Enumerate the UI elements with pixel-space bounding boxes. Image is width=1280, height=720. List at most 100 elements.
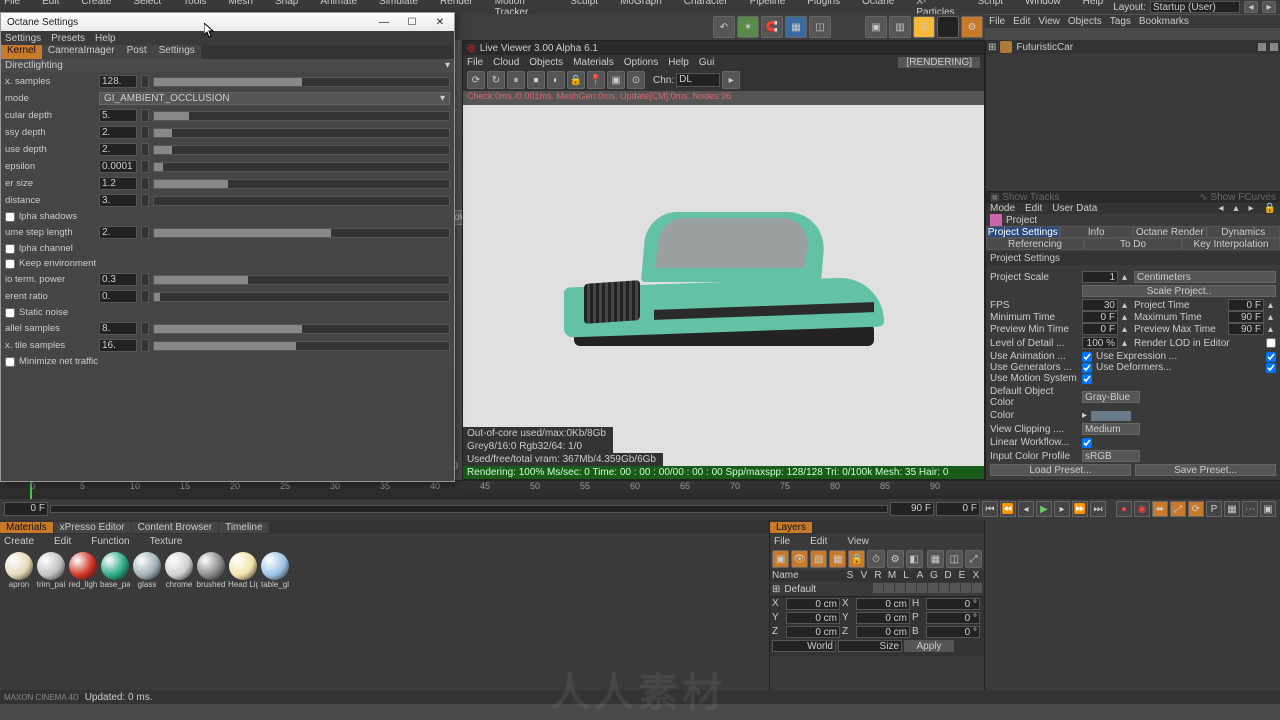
- close-icon[interactable]: ✕: [432, 17, 448, 28]
- material-item[interactable]: red_ligh: [68, 552, 98, 589]
- objmgr-menu-item[interactable]: View: [1038, 16, 1060, 27]
- attr-check[interactable]: [1266, 352, 1276, 362]
- alpha-channel-check[interactable]: lpha channel: [5, 242, 450, 255]
- attr-nav2-icon[interactable]: ▴: [1233, 203, 1238, 214]
- attr-field[interactable]: 0 F: [1082, 311, 1118, 323]
- attr-menu-item[interactable]: Mode: [990, 203, 1015, 214]
- object-manager[interactable]: ⊞ FuturisticCar: [986, 40, 1280, 192]
- timeline-end-field[interactable]: 90 F: [890, 502, 934, 516]
- coord-field[interactable]: 0 °: [926, 612, 980, 624]
- param-field[interactable]: 0.: [99, 290, 137, 303]
- octane-blank-icon[interactable]: [937, 16, 959, 38]
- key-pla-icon[interactable]: ▦: [1224, 501, 1240, 517]
- layer-flag-toggle[interactable]: [928, 583, 938, 593]
- expand-icon[interactable]: ⊞: [772, 584, 780, 595]
- materials-menu-item[interactable]: Texture: [150, 536, 183, 547]
- lv-menu-item[interactable]: Cloud: [493, 57, 519, 68]
- layer-flag-toggle[interactable]: [950, 583, 960, 593]
- attr-check[interactable]: [1082, 374, 1092, 384]
- param-slider[interactable]: [153, 292, 450, 302]
- project-scale-unit[interactable]: Centimeters: [1134, 271, 1276, 283]
- layer-gen-icon[interactable]: ⚙: [887, 550, 904, 568]
- spinner-icon[interactable]: [141, 194, 149, 207]
- param-field[interactable]: 1.2: [99, 177, 137, 190]
- coord-field[interactable]: 0 cm: [786, 626, 840, 638]
- coord-field[interactable]: 0 °: [926, 598, 980, 610]
- layout-prev-icon[interactable]: ◂: [1244, 1, 1258, 13]
- project-scale-field[interactable]: 1: [1082, 271, 1118, 283]
- next-frame-icon[interactable]: ▸: [1054, 501, 1070, 517]
- checkbox[interactable]: [5, 308, 15, 318]
- octane-s-icon[interactable]: S: [913, 16, 935, 38]
- lv-pause-icon[interactable]: ⏸: [507, 71, 525, 89]
- icp-dropdown[interactable]: sRGB: [1082, 450, 1140, 462]
- material-item[interactable]: glass: [132, 552, 162, 589]
- param-slider[interactable]: [153, 179, 450, 189]
- dock-tab[interactable]: Content Browser: [132, 522, 218, 533]
- param-field[interactable]: 8.: [99, 322, 137, 335]
- param-slider[interactable]: [153, 341, 450, 351]
- timeline-cur-field[interactable]: 0 F: [936, 502, 980, 516]
- attr-nav3-icon[interactable]: ▸: [1249, 203, 1254, 214]
- param-slider[interactable]: [153, 196, 450, 206]
- coord-field[interactable]: 0 cm: [786, 612, 840, 624]
- param-field[interactable]: 5.: [99, 109, 137, 122]
- objmgr-menu-item[interactable]: Objects: [1068, 16, 1102, 27]
- prev-key-icon[interactable]: ⏪: [1000, 501, 1016, 517]
- param-slider[interactable]: [153, 128, 450, 138]
- layer-flag-toggle[interactable]: [972, 583, 982, 593]
- dock-tab[interactable]: Materials: [0, 522, 53, 533]
- magnet-icon[interactable]: 🧲: [761, 16, 783, 38]
- linear-workflow-check[interactable]: [1082, 438, 1092, 448]
- scale-project-button[interactable]: Scale Project..: [1082, 285, 1276, 297]
- layers-menu-item[interactable]: File: [774, 536, 790, 547]
- param-slider[interactable]: [153, 228, 450, 238]
- param-field[interactable]: 3.: [99, 194, 137, 207]
- attr-tab[interactable]: Key Interpolation: [1182, 238, 1280, 250]
- attr-field[interactable]: 0 F: [1082, 323, 1118, 335]
- objmgr-menu-item[interactable]: Edit: [1013, 16, 1030, 27]
- octane-settings-window[interactable]: Octane Settings — ☐ ✕ SettingsPresetsHel…: [0, 12, 455, 482]
- visibility-editor-dot[interactable]: [1258, 43, 1266, 51]
- layer-flag-toggle[interactable]: [906, 583, 916, 593]
- checkbox[interactable]: [5, 244, 15, 254]
- maximize-icon[interactable]: ☐: [404, 17, 420, 28]
- grid-icon[interactable]: ▦: [785, 16, 807, 38]
- expand-icon[interactable]: ⊞: [988, 42, 996, 53]
- lv-menu-item[interactable]: Objects: [529, 57, 563, 68]
- attr-nav-icon[interactable]: ◂: [1218, 203, 1223, 214]
- attr-tab[interactable]: Dynamics: [1207, 226, 1280, 238]
- materials-menu-item[interactable]: Create: [4, 536, 34, 547]
- materials-menu-item[interactable]: Edit: [54, 536, 71, 547]
- save-preset-button[interactable]: Save Preset...: [1135, 464, 1276, 476]
- spinner-icon[interactable]: [141, 160, 149, 173]
- octane-menu-item[interactable]: Presets: [51, 33, 85, 44]
- attr-tab[interactable]: Project Settings: [986, 226, 1060, 238]
- param-field[interactable]: 2.: [99, 143, 137, 156]
- channel-dropdown[interactable]: DL: [676, 73, 720, 87]
- key-opt2-icon[interactable]: ▣: [1260, 501, 1276, 517]
- color-swatch[interactable]: [1091, 411, 1131, 421]
- checkbox[interactable]: [5, 212, 15, 222]
- gi-mode-dropdown[interactable]: GI_AMBIENT_OCCLUSION▾: [99, 92, 450, 105]
- dock-tab[interactable]: Timeline: [219, 522, 268, 533]
- param-slider[interactable]: [153, 162, 450, 172]
- layer-flag-toggle[interactable]: [917, 583, 927, 593]
- material-item[interactable]: base_pa: [100, 552, 130, 589]
- spinner-icon[interactable]: ▴: [1268, 324, 1276, 335]
- lv-lock-icon[interactable]: 🔒: [567, 71, 585, 89]
- spinner-icon[interactable]: ▴: [1122, 272, 1130, 283]
- param-slider[interactable]: [153, 77, 450, 87]
- object-tree-root[interactable]: ⊞ FuturisticCar: [986, 40, 1280, 54]
- lv-region-icon[interactable]: ▣: [607, 71, 625, 89]
- attr-menu-item[interactable]: User Data: [1052, 203, 1097, 214]
- lv-clay-icon[interactable]: ◐: [547, 71, 565, 89]
- kernel-tab[interactable]: Post: [121, 45, 153, 59]
- play-icon[interactable]: ▶: [1036, 501, 1052, 517]
- lod-field[interactable]: 100 %: [1082, 337, 1118, 349]
- octane-settings-icon[interactable]: ⚙: [961, 16, 983, 38]
- materials-menu-item[interactable]: Function: [91, 536, 129, 547]
- key-scale-icon[interactable]: ⤢: [1170, 501, 1186, 517]
- layer-flag-toggle[interactable]: [884, 583, 894, 593]
- lv-refresh-icon[interactable]: ⟳: [467, 71, 485, 89]
